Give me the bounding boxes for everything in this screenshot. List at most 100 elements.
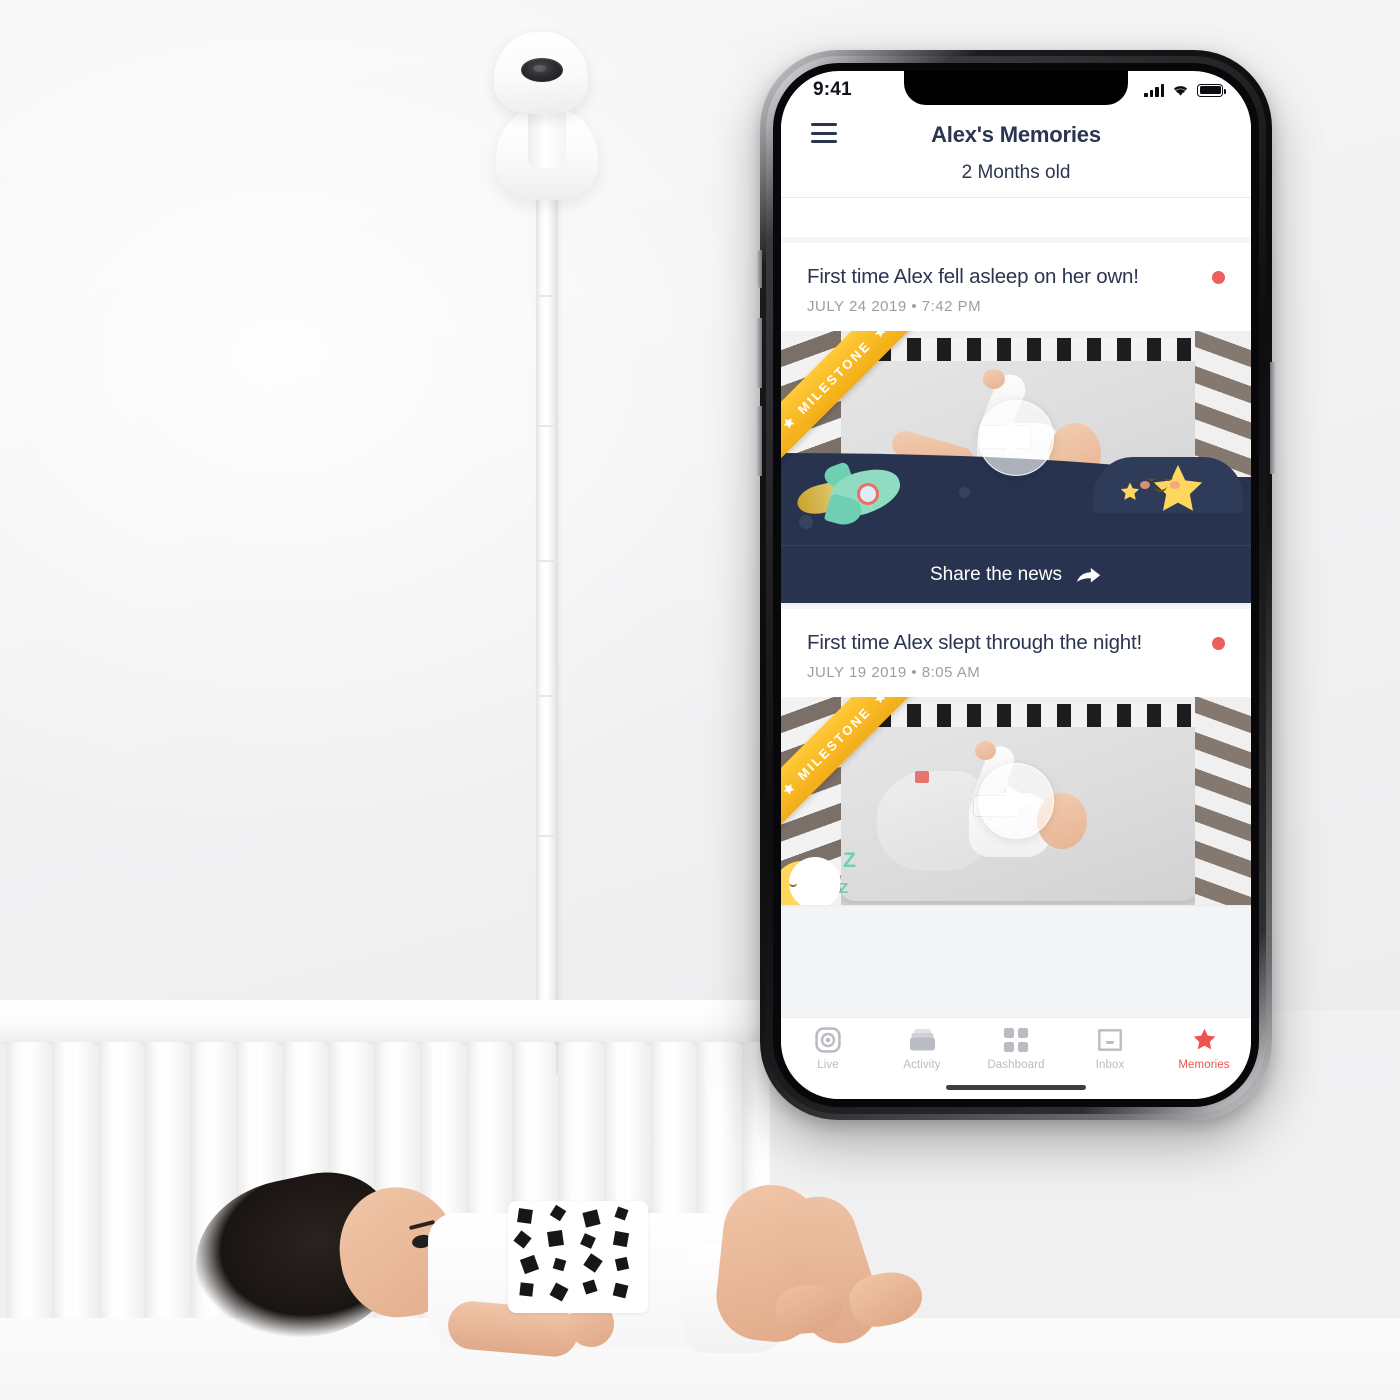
page-title: Alex's Memories [931,122,1101,147]
pole-segment [536,695,558,697]
app-header: Alex's Memories 2 Months old [781,107,1251,212]
star-blush [1170,481,1180,489]
hamburger-menu-icon[interactable] [811,123,837,143]
memory-video-thumbnail[interactable]: MILESTONE [781,331,1251,545]
share-label: Share the news [929,563,1063,585]
swaddle-pattern-shape [582,1279,598,1295]
inbox-tray-icon [1097,1027,1123,1053]
power-button[interactable] [1270,362,1276,474]
tab-inbox[interactable]: Inbox [1063,1027,1157,1071]
camera-lens-icon [521,58,563,82]
tab-label: Dashboard [987,1059,1045,1071]
memory-title: First time Alex fell asleep on her own! [807,265,1139,288]
swaddle-pattern-shape [582,1209,601,1228]
star-face [1140,476,1180,492]
iphone-device: 9:41 Alex's Memories 2 Months old First … [756,50,1276,1120]
zzz-letter: Z [839,880,849,897]
tab-memories[interactable]: Memories [1157,1027,1251,1071]
header-divider [781,197,1251,198]
rocket-icon [794,460,911,530]
tab-label: Inbox [1095,1059,1125,1071]
status-time: 9:41 [813,79,852,100]
swaddle-pattern-shape [612,1230,630,1248]
memory-date: JULY 24 2019 • 7:42 PM [807,298,982,315]
memory-card[interactable]: First time Alex slept through the night!… [781,609,1251,905]
silent-switch[interactable] [757,250,762,288]
battery-full-icon [1197,83,1226,97]
volume-up-button[interactable] [756,318,762,388]
swaddle-pattern-shape [614,1206,629,1221]
tab-dashboard[interactable]: Dashboard [969,1027,1063,1071]
page-subtitle: 2 Months old [961,162,1071,183]
activity-cards-icon [909,1027,936,1053]
swaddle-pattern-shape [519,1282,534,1297]
camera-mount-pole [536,175,558,1075]
photo-swaddle-tag [915,771,929,783]
small-star-icon [1120,482,1140,500]
space-dot [959,487,970,498]
crib-slat [6,1042,50,1342]
tab-activity[interactable]: Activity [875,1027,969,1071]
swaddle-pattern-shape [552,1257,567,1272]
memory-video-thumbnail[interactable]: MILESTONE Z Z [781,697,1251,905]
ribbon-star-icon [783,417,795,429]
swaddle-pattern-shape [612,1282,629,1299]
baby-patterned-swaddle-band [508,1201,648,1313]
memories-feed[interactable]: First time Alex fell asleep on her own! … [781,237,1251,1017]
ribbon-star-icon [783,783,795,795]
play-button-icon[interactable] [978,400,1054,476]
tab-label: Activity [903,1059,941,1071]
swaddle-pattern-shape [549,1282,569,1302]
wifi-icon [1173,86,1188,96]
swaddle-pattern-shape [614,1256,630,1272]
share-arrow-icon [1077,567,1101,582]
pole-segment [536,425,558,427]
swaddle-pattern-shape [583,1253,603,1273]
swaddle-pattern-shape [549,1204,567,1222]
rug-right [1195,697,1251,905]
dashboard-grid-icon [1004,1027,1028,1053]
memory-card[interactable]: First time Alex fell asleep on her own! … [781,243,1251,603]
pole-segment [536,835,558,837]
swaddle-pattern-shape [580,1233,596,1249]
memory-date: JULY 19 2019 • 8:05 AM [807,664,981,681]
swaddle-pattern-shape [547,1230,564,1247]
star-eye [1164,476,1173,481]
play-button-icon[interactable] [978,763,1054,839]
crib-slat [98,1042,142,1342]
swaddle-pattern-shape [519,1254,540,1275]
star-eye [1147,476,1156,481]
live-target-icon [815,1027,841,1053]
smiling-star-icon [1140,461,1207,519]
swaddle-pattern-shape [513,1230,532,1249]
memories-star-icon [1191,1027,1218,1053]
photo-baby-hand-up [983,369,1005,389]
unread-dot [1212,636,1225,650]
baby-in-crib [160,1159,960,1400]
ribbon-star-icon [874,697,885,704]
volume-down-button[interactable] [756,406,762,476]
phone-screen: 9:41 Alex's Memories 2 Months old First … [781,71,1251,1099]
share-button[interactable]: Share the news [781,545,1251,603]
crib-slat [52,1042,96,1342]
tab-live[interactable]: Live [781,1027,875,1071]
memory-card-header: First time Alex fell asleep on her own! … [781,243,1251,331]
cellular-signal-icon [1144,83,1164,97]
unread-dot [1212,270,1225,284]
home-indicator[interactable] [946,1085,1086,1090]
ribbon-star-icon [874,331,885,338]
phone-notch [904,71,1128,105]
photo-baby-hand-up [975,741,996,760]
tab-label: Live [817,1059,839,1071]
tab-label: Memories [1178,1059,1230,1071]
swaddle-pattern-shape [517,1208,533,1224]
memory-title: First time Alex slept through the night! [807,631,1142,654]
zzz-letter: Z [843,849,856,872]
star-blush [1140,481,1150,489]
memory-card-header: First time Alex slept through the night!… [781,609,1251,697]
rocket-porthole [857,483,879,505]
status-icons [1144,83,1226,97]
pole-segment [536,560,558,562]
sleeping-moon-illustration: Z Z [781,843,911,905]
crib-rail [0,1000,770,1042]
